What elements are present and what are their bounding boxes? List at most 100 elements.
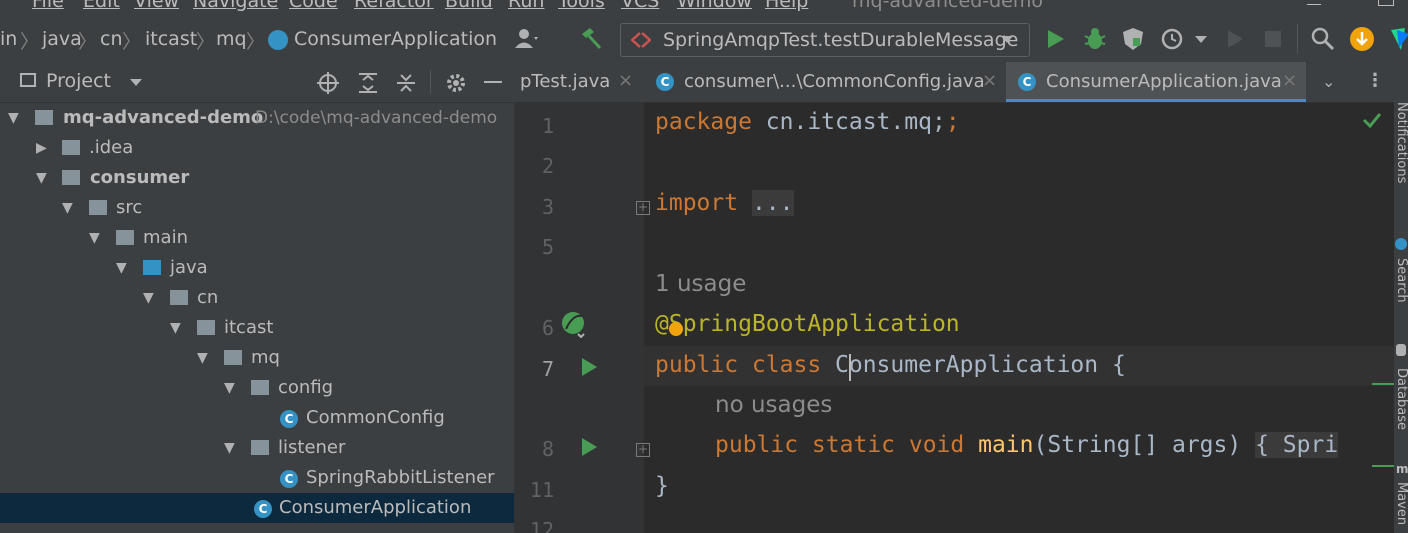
code-line-1[interactable]: package cn.itcast.mq;;: [655, 109, 960, 135]
run-configuration-select[interactable]: SpringAmqpTest.testDurableMessage: [620, 23, 1030, 57]
code-line-8[interactable]: public static void main(String[] args) {…: [715, 432, 1339, 458]
tree-item-idea[interactable]: ▶ .idea: [0, 133, 514, 163]
inspection-ok-check-icon[interactable]: [1362, 112, 1382, 128]
tree-item-java[interactable]: ▼ java: [0, 253, 514, 283]
run-gutter-icon[interactable]: [582, 438, 597, 456]
breadcrumb-file[interactable]: ConsumerApplication: [294, 28, 497, 50]
expand-all-icon[interactable]: [356, 71, 380, 95]
tree-item-cn[interactable]: ▼ cn: [0, 283, 514, 313]
chevron-down-icon[interactable]: [1195, 36, 1207, 43]
gear-icon[interactable]: [444, 71, 468, 95]
maven-tool-tab[interactable]: Maven: [1394, 482, 1408, 525]
chevron-down-icon[interactable]: ▼: [89, 230, 100, 246]
close-icon[interactable]: ×: [618, 70, 633, 91]
tree-item-consumer[interactable]: ▼ consumer: [0, 163, 514, 193]
chevron-down-icon[interactable]: ▼: [8, 110, 19, 126]
fold-expand-icon[interactable]: +: [636, 443, 650, 457]
menu-navigate[interactable]: Navigate: [193, 0, 278, 12]
menu-build[interactable]: Build: [445, 0, 493, 12]
menu-vcs[interactable]: VCS: [621, 0, 659, 12]
chevron-down-icon[interactable]: [130, 79, 142, 86]
coverage-shield-icon[interactable]: [1120, 26, 1146, 52]
usages-hint[interactable]: no usages: [715, 392, 832, 418]
change-marker: [1372, 383, 1394, 385]
intention-bulb-icon[interactable]: [669, 322, 683, 336]
chevron-down-icon[interactable]: ▼: [224, 440, 235, 456]
menu-view[interactable]: View: [134, 0, 179, 12]
tree-item-springrabbitlistener[interactable]: C SpringRabbitListener: [0, 463, 514, 493]
tree-item-label: .idea: [89, 137, 134, 158]
search-tool-icon: [1395, 238, 1407, 250]
chevron-down-icon[interactable]: ▼: [36, 170, 47, 186]
menu-refactor[interactable]: Refactor: [354, 0, 434, 12]
folded-method-body[interactable]: { Spri: [1255, 432, 1339, 458]
menu-help[interactable]: Help: [765, 0, 808, 12]
breadcrumb-java[interactable]: java: [42, 28, 82, 50]
tree-item-config[interactable]: ▼ config: [0, 373, 514, 403]
menu-window[interactable]: Window: [677, 0, 752, 12]
chevron-down-icon[interactable]: ▼: [197, 350, 208, 366]
tree-item-mq[interactable]: ▼ mq: [0, 343, 514, 373]
code-line-11[interactable]: }: [655, 473, 669, 499]
chevron-down-icon[interactable]: ▼: [170, 320, 181, 336]
search-icon[interactable]: [1310, 26, 1336, 52]
more-options-icon[interactable]: ⋮: [1366, 70, 1384, 91]
spring-class-icon: [268, 30, 288, 50]
tree-item-main[interactable]: ▼ main: [0, 223, 514, 253]
breadcrumb-module[interactable]: in: [0, 28, 17, 50]
tree-item-consumerapplication[interactable]: C ConsumerApplication: [0, 493, 514, 523]
tree-item-label: CommonConfig: [306, 407, 445, 428]
tree-item-itcast[interactable]: ▼ itcast: [0, 313, 514, 343]
hide-panel-icon[interactable]: [484, 81, 502, 83]
close-icon[interactable]: ×: [1282, 70, 1297, 91]
fold-expand-icon[interactable]: +: [636, 201, 650, 215]
user-icon[interactable]: [514, 26, 540, 52]
plugin-logo-icon[interactable]: [1389, 26, 1408, 52]
tab-commonconfig[interactable]: C consumer\...\CommonConfig.java ×: [644, 62, 1006, 102]
breadcrumb-cn[interactable]: cn: [100, 28, 123, 50]
menu-file[interactable]: File: [32, 0, 64, 12]
tab-amqptest[interactable]: pTest.java ×: [514, 62, 640, 102]
text-caret: [849, 354, 851, 381]
code-line-6[interactable]: @SpringBootApplication: [655, 311, 960, 337]
menu-edit[interactable]: Edit: [83, 0, 120, 12]
tab-consumerapplication[interactable]: C ConsumerApplication.java ×: [1006, 62, 1306, 102]
chevron-down-icon[interactable]: ▼: [224, 380, 235, 396]
folded-imports[interactable]: ...: [751, 190, 794, 216]
minimize-icon[interactable]: [1307, 4, 1321, 5]
build-hammer-icon[interactable]: [578, 26, 604, 52]
close-icon[interactable]: ×: [982, 70, 997, 91]
run-icon[interactable]: [1048, 30, 1064, 48]
package-icon: [224, 350, 242, 365]
run-gutter-icon[interactable]: [582, 358, 597, 376]
tree-item-commonconfig[interactable]: C CommonConfig: [0, 403, 514, 433]
notifications-tool-tab[interactable]: Notifications: [1394, 102, 1408, 183]
spring-bean-icon[interactable]: [560, 310, 588, 338]
tree-item-root[interactable]: ▼ mq-advanced-demo D:\code\mq-advanced-d…: [0, 103, 514, 133]
chevron-down-icon[interactable]: ▼: [116, 260, 127, 276]
search-tool-tab[interactable]: Search: [1394, 258, 1408, 303]
debug-bug-icon[interactable]: [1082, 26, 1108, 52]
code-line-3[interactable]: import ...: [655, 190, 794, 216]
chevron-down-icon[interactable]: ⌄: [1322, 72, 1335, 91]
project-panel-title[interactable]: Project: [46, 70, 111, 92]
menu-run[interactable]: Run: [508, 0, 544, 12]
chevron-down-icon[interactable]: ▼: [62, 200, 73, 216]
maximize-icon[interactable]: [1378, 0, 1394, 6]
breadcrumb-itcast[interactable]: itcast: [145, 28, 197, 50]
update-icon[interactable]: [1349, 26, 1375, 52]
profiler-icon[interactable]: [1160, 26, 1186, 52]
locate-crosshair-icon[interactable]: [316, 71, 340, 95]
code-line-7[interactable]: public class ConsumerApplication {: [655, 352, 1126, 378]
line-number: 5: [541, 235, 554, 259]
usages-hint[interactable]: 1 usage: [655, 271, 746, 297]
tree-item-src[interactable]: ▼ src: [0, 193, 514, 223]
menu-tools[interactable]: Tools: [558, 0, 605, 12]
menu-code[interactable]: Code: [289, 0, 338, 12]
collapse-all-icon[interactable]: [394, 71, 418, 95]
chevron-down-icon[interactable]: ▼: [143, 290, 154, 306]
breadcrumb-mq[interactable]: mq: [216, 28, 247, 50]
database-tool-tab[interactable]: Database: [1394, 368, 1408, 430]
chevron-right-icon[interactable]: ▶: [36, 140, 47, 156]
tree-item-listener[interactable]: ▼ listener: [0, 433, 514, 463]
